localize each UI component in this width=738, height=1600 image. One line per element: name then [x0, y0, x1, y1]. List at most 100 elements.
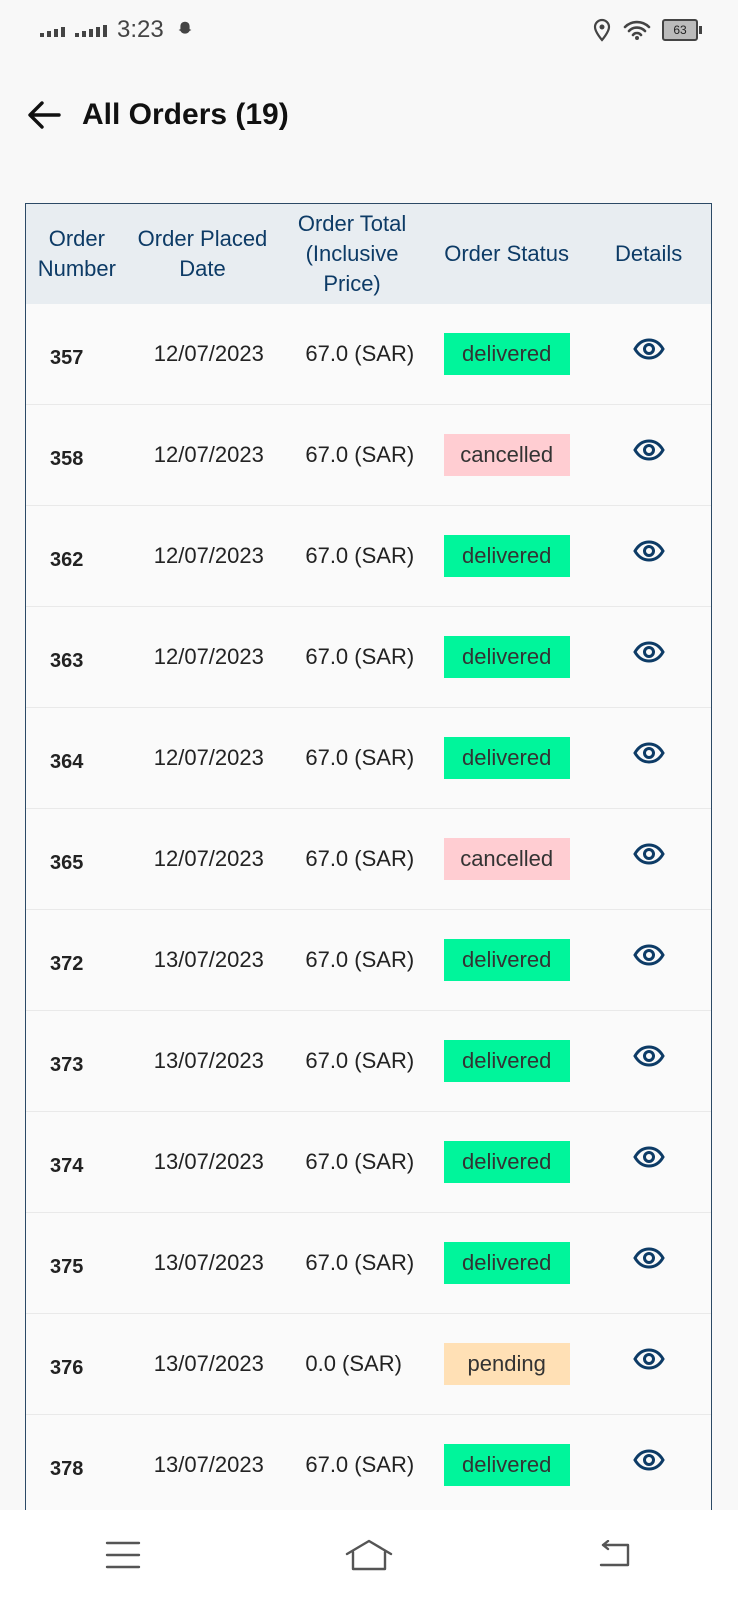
- page-title: All Orders (19): [82, 98, 289, 131]
- view-details-button[interactable]: [632, 842, 665, 866]
- eye-icon: [632, 540, 665, 562]
- status-badge: delivered: [443, 1444, 570, 1486]
- table-row: 358 12/07/2023 67.0 (SAR) cancelled: [26, 405, 711, 506]
- table-row: 357 12/07/2023 67.0 (SAR) delivered: [26, 304, 711, 405]
- status-badge: delivered: [443, 636, 570, 678]
- order-number: 375: [50, 1255, 84, 1278]
- column-header-order-status: Order Status: [444, 241, 569, 266]
- view-details-button[interactable]: [632, 1246, 665, 1270]
- view-details-button[interactable]: [632, 337, 665, 361]
- table-body: 357 12/07/2023 67.0 (SAR) delivered 358 12/07…: [26, 304, 711, 1513]
- status-badge: delivered: [443, 939, 570, 981]
- eye-icon: [632, 1348, 665, 1370]
- order-number: 364: [50, 750, 84, 773]
- orders-table: Order Number Order Placed Date Order Tot…: [25, 203, 712, 1513]
- status-badge: delivered: [443, 737, 570, 779]
- table-row: 378 13/07/2023 67.0 (SAR) delivered: [26, 1415, 711, 1513]
- status-badge: delivered: [443, 1141, 570, 1183]
- view-details-button[interactable]: [632, 1145, 665, 1169]
- order-date: 13/07/2023: [153, 947, 264, 972]
- order-total: 67.0 (SAR): [305, 1048, 415, 1073]
- order-total: 67.0 (SAR): [305, 1149, 415, 1174]
- eye-icon: [632, 338, 665, 360]
- status-bar: 3:23 63: [0, 0, 738, 60]
- order-total: 67.0 (SAR): [305, 745, 415, 770]
- back-button[interactable]: [24, 95, 64, 135]
- order-date: 13/07/2023: [153, 1048, 264, 1073]
- order-number: 358: [50, 447, 84, 470]
- column-header-order-total: Order Total (Inclusive Price): [297, 211, 407, 296]
- status-badge: delivered: [443, 1242, 570, 1284]
- menu-icon: [105, 1541, 141, 1569]
- arrow-left-icon: [28, 101, 61, 129]
- column-header-order-number: Order Number: [37, 226, 116, 281]
- table-row: 365 12/07/2023 67.0 (SAR) cancelled: [26, 809, 711, 910]
- order-number: 363: [50, 649, 84, 672]
- eye-icon: [632, 1449, 665, 1471]
- order-number: 372: [50, 952, 84, 975]
- order-number: 365: [50, 851, 84, 874]
- status-badge: delivered: [443, 535, 570, 577]
- order-number: 373: [50, 1053, 84, 1076]
- snapchat-icon: [178, 21, 192, 34]
- eye-icon: [632, 1045, 665, 1067]
- eye-icon: [632, 439, 665, 461]
- order-total: 67.0 (SAR): [305, 1452, 415, 1477]
- order-date: 12/07/2023: [153, 341, 264, 366]
- status-time: 3:23: [117, 16, 164, 43]
- order-total: 67.0 (SAR): [305, 543, 415, 568]
- order-total: 67.0 (SAR): [305, 1250, 415, 1275]
- back-icon: [599, 1540, 630, 1567]
- view-details-button[interactable]: [632, 640, 665, 664]
- view-details-button[interactable]: [632, 943, 665, 967]
- nav-menu-button[interactable]: [93, 1530, 153, 1580]
- view-details-button[interactable]: [632, 539, 665, 563]
- view-details-button[interactable]: [632, 1347, 665, 1371]
- order-date: 12/07/2023: [153, 745, 264, 770]
- order-total: 67.0 (SAR): [305, 947, 415, 972]
- order-number: 362: [50, 548, 84, 571]
- status-badge: delivered: [443, 333, 570, 375]
- table-row: 362 12/07/2023 67.0 (SAR) delivered: [26, 506, 711, 607]
- status-badge: cancelled: [443, 838, 570, 880]
- home-icon: [345, 1539, 393, 1571]
- view-details-button[interactable]: [632, 1448, 665, 1472]
- column-header-order-date: Order Placed Date: [137, 226, 268, 281]
- view-details-button[interactable]: [632, 741, 665, 765]
- order-total: 67.0 (SAR): [305, 442, 415, 467]
- battery-icon: 63: [662, 19, 702, 41]
- status-badge: cancelled: [443, 434, 570, 476]
- nav-back-button[interactable]: [585, 1530, 645, 1580]
- signal-icon: [40, 23, 65, 37]
- order-total: 67.0 (SAR): [305, 341, 415, 366]
- table-row: 372 13/07/2023 67.0 (SAR) delivered: [26, 910, 711, 1011]
- status-badge: delivered: [443, 1040, 570, 1082]
- nav-home-button[interactable]: [339, 1530, 399, 1580]
- app-header: All Orders (19): [0, 80, 738, 150]
- order-date: 12/07/2023: [153, 846, 264, 871]
- eye-icon: [632, 944, 665, 966]
- table-row: 375 13/07/2023 67.0 (SAR) delivered: [26, 1213, 711, 1314]
- eye-icon: [632, 742, 665, 764]
- table-row: 373 13/07/2023 67.0 (SAR) delivered: [26, 1011, 711, 1112]
- order-number: 376: [50, 1356, 84, 1379]
- view-details-button[interactable]: [632, 1044, 665, 1068]
- eye-icon: [632, 1247, 665, 1269]
- order-date: 13/07/2023: [153, 1149, 264, 1174]
- table-row: 376 13/07/2023 0.0 (SAR) pending: [26, 1314, 711, 1415]
- system-nav-bar: [0, 1510, 738, 1600]
- table-row: 364 12/07/2023 67.0 (SAR) delivered: [26, 708, 711, 809]
- eye-icon: [632, 641, 665, 663]
- status-bar-right: 63: [592, 18, 702, 42]
- order-date: 12/07/2023: [153, 543, 264, 568]
- status-bar-left: 3:23: [40, 16, 196, 44]
- eye-icon: [632, 843, 665, 865]
- eye-icon: [632, 1146, 665, 1168]
- wifi-icon: [623, 20, 651, 40]
- order-total: 0.0 (SAR): [305, 1351, 402, 1376]
- view-details-button[interactable]: [632, 438, 665, 462]
- column-header-details: Details: [615, 241, 683, 266]
- order-number: 357: [50, 346, 84, 369]
- order-date: 12/07/2023: [153, 644, 264, 669]
- order-date: 13/07/2023: [153, 1351, 264, 1376]
